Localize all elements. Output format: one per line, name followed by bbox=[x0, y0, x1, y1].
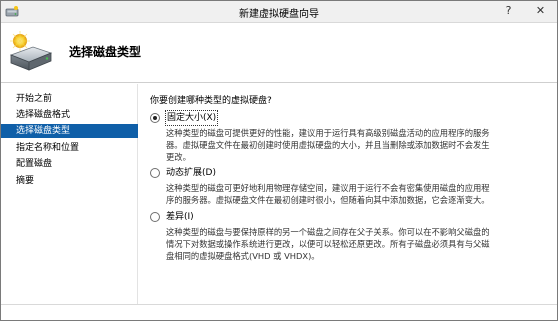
description-line: 更改。 bbox=[166, 152, 191, 162]
help-button[interactable]: ? bbox=[495, 1, 522, 21]
page-title: 选择磁盘类型 bbox=[69, 45, 142, 59]
description-line: 盘相同的虚拟硬盘格式(VHD 或 VHDX)。 bbox=[166, 251, 320, 261]
differencing-description: 这种类型的磁盘与要保持原样的另一个磁盘之间存在父子关系。你可以在不影响父磁盘的 … bbox=[166, 226, 546, 262]
fixed-size-label[interactable]: 固定大小(X) bbox=[164, 110, 219, 126]
step-choose-disk-format[interactable]: 选择磁盘格式 bbox=[1, 108, 138, 122]
description-line: 这种类型的磁盘可提供更好的性能，建议用于运行具有高级别磁盘活动的应用程序的服务 bbox=[166, 128, 490, 138]
window-title: 新建虚拟硬盘向导 bbox=[239, 9, 319, 20]
option-dynamically-expanding[interactable]: 动态扩展(D) bbox=[150, 166, 350, 180]
fixed-size-radio[interactable] bbox=[150, 113, 160, 123]
close-button[interactable]: ✕ bbox=[527, 1, 554, 21]
description-line: 这种类型的磁盘可更好地利用物理存储空间，建议用于运行不会有密集使用磁盘的应用程 bbox=[166, 183, 490, 193]
option-fixed-size[interactable]: 固定大小(X) bbox=[150, 110, 350, 126]
virtual-disk-icon bbox=[9, 31, 53, 71]
wizard-steps-nav: 开始之前 选择磁盘格式 选择磁盘类型 指定名称和位置 配置磁盘 摘要 bbox=[1, 84, 138, 304]
step-specify-name-location[interactable]: 指定名称和位置 bbox=[1, 141, 138, 155]
step-configure-disk[interactable]: 配置磁盘 bbox=[1, 157, 138, 171]
disk-type-panel: 你要创建哪种类型的虚拟硬盘? 固定大小(X) 这种类型的磁盘可提供更好的性能，建… bbox=[140, 84, 552, 304]
description-line: 情况下对数据或操作系统进行更改，以便可以轻松还原更改。所有子磁盘必须具有与父磁 bbox=[166, 239, 490, 249]
description-line: 序的服务器。虚拟硬盘文件在最初创建时很小，但随着向其中添加数据，它会逐渐变大。 bbox=[166, 195, 490, 205]
differencing-radio[interactable] bbox=[150, 212, 160, 222]
description-line: 这种类型的磁盘与要保持原样的另一个磁盘之间存在父子关系。你可以在不影响父磁盘的 bbox=[166, 227, 490, 237]
step-before-you-begin[interactable]: 开始之前 bbox=[1, 92, 138, 106]
description-line: 器。虚拟硬盘文件在最初创建时使用虚拟硬盘的大小，并且当删除或添加数据时不会发生 bbox=[166, 140, 490, 150]
dynamically-expanding-radio[interactable] bbox=[150, 168, 160, 178]
option-differencing[interactable]: 差异(I) bbox=[150, 210, 350, 224]
differencing-label[interactable]: 差异(I) bbox=[166, 210, 194, 224]
wizard-window: 新建虚拟硬盘向导 ? ✕ 选择磁盘类型 开始之前 选择磁盘格式 选择磁盘类型 指… bbox=[0, 0, 558, 321]
dynamically-expanding-description: 这种类型的磁盘可更好地利用物理存储空间，建议用于运行不会有密集使用磁盘的应用程 … bbox=[166, 182, 546, 206]
step-choose-disk-type[interactable]: 选择磁盘类型 bbox=[1, 124, 138, 138]
step-summary[interactable]: 摘要 bbox=[1, 174, 138, 188]
footer-divider bbox=[1, 304, 557, 305]
wizard-header: 选择磁盘类型 bbox=[1, 23, 557, 83]
fixed-size-description: 这种类型的磁盘可提供更好的性能，建议用于运行具有高级别磁盘活动的应用程序的服务 … bbox=[166, 127, 546, 163]
disk-type-question: 你要创建哪种类型的虚拟硬盘? bbox=[150, 96, 272, 106]
title-bar: 新建虚拟硬盘向导 ? ✕ bbox=[1, 1, 557, 23]
dynamically-expanding-label[interactable]: 动态扩展(D) bbox=[166, 166, 216, 180]
